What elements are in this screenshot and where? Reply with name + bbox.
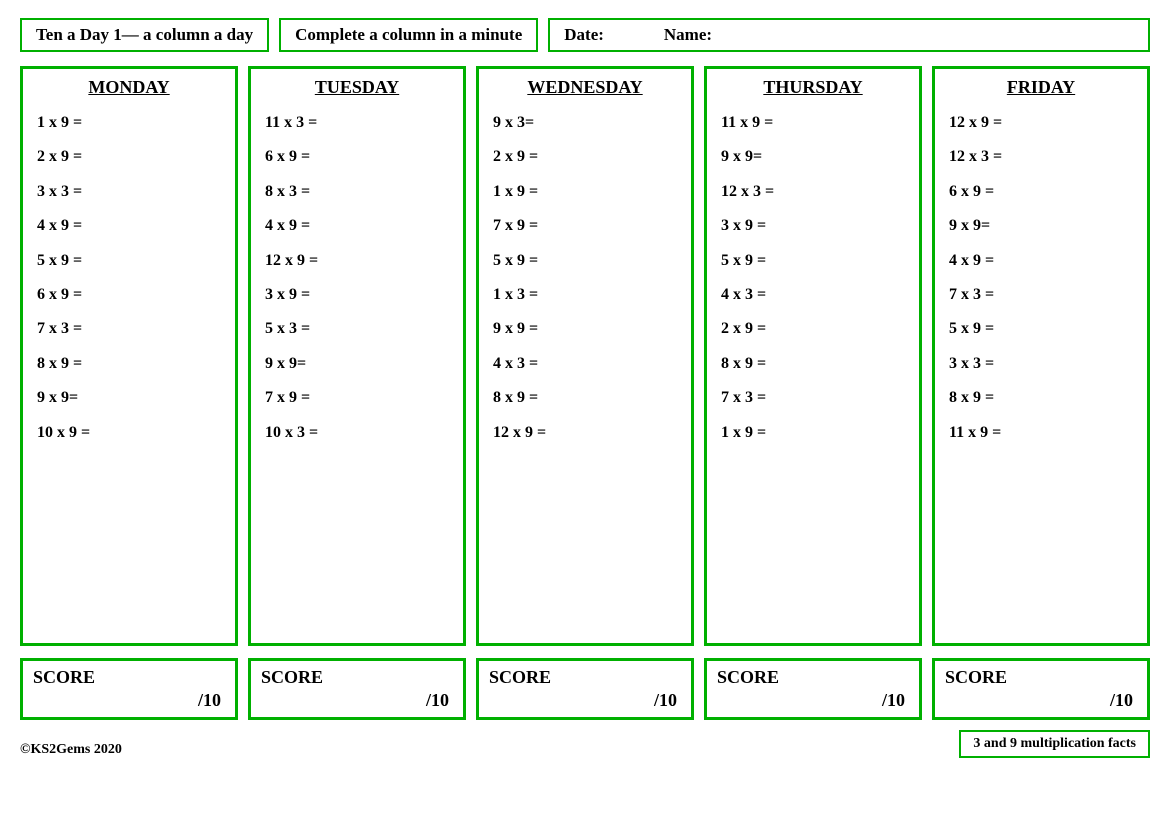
fact-item: 10 x 3 = [261,416,453,450]
score-value: /10 [489,690,681,711]
fact-item: 9 x 9 = [489,312,681,346]
score-box-monday: SCORE/10 [20,658,238,720]
day-col-thursday: THURSDAY 11 x 9 =9 x 9=12 x 3 =3 x 9 =5 x… [704,66,922,646]
score-row: SCORE/10SCORE/10SCORE/10SCORE/10SCORE/10 [20,658,1150,720]
fact-item: 8 x 9 = [489,381,681,415]
fact-item: 10 x 9 = [33,416,225,450]
fact-item: 2 x 9 = [489,140,681,174]
fact-item: 9 x 9= [33,381,225,415]
score-value: /10 [33,690,225,711]
score-value: /10 [261,690,453,711]
fact-item: 1 x 3 = [489,278,681,312]
day-header-wednesday: WEDNESDAY [489,77,681,98]
score-box-wednesday: SCORE/10 [476,658,694,720]
header-row: Ten a Day 1— a column a day Complete a c… [20,18,1150,52]
fact-item: 3 x 9 = [261,278,453,312]
fact-item: 7 x 3 = [717,381,909,415]
day-col-friday: FRIDAY 12 x 9 =12 x 3 =6 x 9 =9 x 9=4 x 9… [932,66,1150,646]
instruction-text: Complete a column in a minute [295,25,522,44]
title-box: Ten a Day 1— a column a day [20,18,269,52]
fact-item: 12 x 3 = [945,140,1137,174]
fact-item: 3 x 3 = [33,175,225,209]
fact-item: 11 x 9 = [717,106,909,140]
day-col-tuesday: TUESDAY 11 x 3 =6 x 9 =8 x 3 =4 x 9 =12 x… [248,66,466,646]
copyright-text: ©KS2Gems 2020 [20,742,122,758]
score-box-friday: SCORE/10 [932,658,1150,720]
fact-item: 5 x 3 = [261,312,453,346]
fact-item: 6 x 9 = [945,175,1137,209]
fact-item: 12 x 3 = [717,175,909,209]
day-header-friday: FRIDAY [945,77,1137,98]
title-text: Ten a Day 1— a column a day [36,25,253,44]
score-value: /10 [717,690,909,711]
facts-label-text: 3 and 9 multiplication facts [973,736,1136,751]
score-box-thursday: SCORE/10 [704,658,922,720]
score-label: SCORE [261,667,453,688]
fact-item: 4 x 3 = [489,347,681,381]
fact-item: 7 x 9 = [261,381,453,415]
fact-item: 4 x 9 = [945,244,1137,278]
fact-item: 7 x 3 = [33,312,225,346]
fact-item: 4 x 9 = [33,209,225,243]
fact-item: 2 x 9 = [33,140,225,174]
fact-item: 11 x 3 = [261,106,453,140]
fact-item: 1 x 9 = [33,106,225,140]
facts-label-box: 3 and 9 multiplication facts [959,730,1150,758]
day-header-monday: MONDAY [33,77,225,98]
fact-item: 9 x 9= [717,140,909,174]
fact-item: 1 x 9 = [717,416,909,450]
score-label: SCORE [33,667,225,688]
fact-item: 9 x 3= [489,106,681,140]
fact-item: 3 x 9 = [717,209,909,243]
fact-item: 6 x 9 = [261,140,453,174]
instruction-box: Complete a column in a minute [279,18,538,52]
score-value: /10 [945,690,1137,711]
date-label: Date: [564,25,604,45]
fact-item: 2 x 9 = [717,312,909,346]
fact-item: 4 x 9 = [261,209,453,243]
fact-item: 1 x 9 = [489,175,681,209]
fact-item: 6 x 9 = [33,278,225,312]
footer-row: ©KS2Gems 2020 3 and 9 multiplication fac… [20,730,1150,758]
score-box-tuesday: SCORE/10 [248,658,466,720]
fact-item: 12 x 9 = [489,416,681,450]
day-col-monday: MONDAY 1 x 9 =2 x 9 =3 x 3 =4 x 9 =5 x 9 … [20,66,238,646]
fact-item: 9 x 9= [945,209,1137,243]
fact-item: 7 x 9 = [489,209,681,243]
main-grid: MONDAY1 x 9 =2 x 9 =3 x 3 =4 x 9 =5 x 9 … [20,66,1150,646]
day-col-wednesday: WEDNESDAY 9 x 3=2 x 9 =1 x 9 =7 x 9 =5 x … [476,66,694,646]
fact-item: 12 x 9 = [261,244,453,278]
name-label: Name: [664,25,712,45]
fact-item: 9 x 9= [261,347,453,381]
fact-item: 8 x 3 = [261,175,453,209]
fact-item: 3 x 3 = [945,347,1137,381]
date-name-box: Date: Name: [548,18,1150,52]
fact-item: 5 x 9 = [489,244,681,278]
fact-item: 7 x 3 = [945,278,1137,312]
fact-item: 4 x 3 = [717,278,909,312]
score-label: SCORE [717,667,909,688]
fact-item: 11 x 9 = [945,416,1137,450]
day-header-tuesday: TUESDAY [261,77,453,98]
fact-item: 5 x 9 = [33,244,225,278]
score-label: SCORE [945,667,1137,688]
fact-item: 5 x 9 = [717,244,909,278]
score-label: SCORE [489,667,681,688]
fact-item: 8 x 9 = [33,347,225,381]
fact-item: 5 x 9 = [945,312,1137,346]
fact-item: 8 x 9 = [945,381,1137,415]
fact-item: 8 x 9 = [717,347,909,381]
fact-item: 12 x 9 = [945,106,1137,140]
day-header-thursday: THURSDAY [717,77,909,98]
